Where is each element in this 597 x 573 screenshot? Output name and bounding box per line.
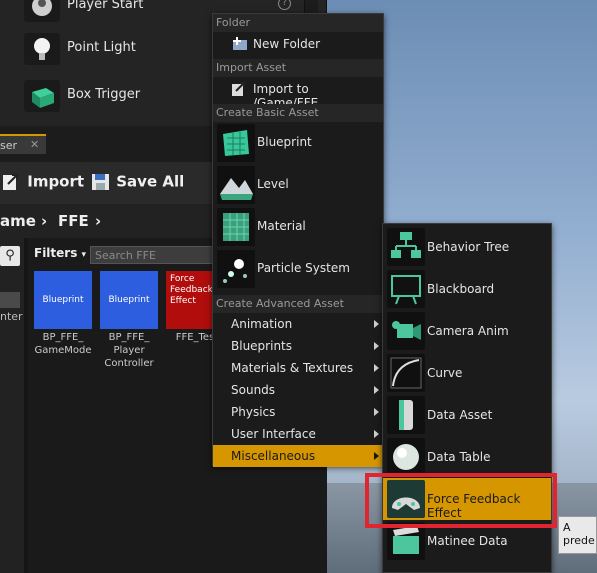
breadcrumb-ffe[interactable]: FFE (58, 212, 89, 230)
menu-item-label: Animation (231, 317, 293, 331)
sources-header (0, 292, 20, 308)
asset-name: BP_FFE_ Player Controller (104, 332, 154, 369)
import-icon (2, 172, 22, 192)
light-bulb-icon (24, 33, 60, 65)
menu-item-animation[interactable]: Animation (213, 313, 383, 335)
menu-item-physics[interactable]: Physics (213, 401, 383, 423)
behavior-tree-icon (387, 228, 425, 266)
menu-item-label: Materials & Textures (231, 361, 354, 375)
menu-item-sounds[interactable]: Sounds (213, 379, 383, 401)
submenu-item-label: Camera Anim (427, 324, 509, 338)
chevron-right-icon (374, 452, 379, 460)
level-icon (217, 166, 255, 204)
chevron-right-icon (374, 342, 379, 350)
close-icon[interactable]: ✕ (30, 138, 39, 151)
tab-label: ser (0, 139, 18, 152)
submenu-item-curve[interactable]: Curve (383, 352, 551, 394)
menu-item-blueprint[interactable]: Blueprint (213, 122, 383, 164)
particle-system-icon (217, 250, 255, 288)
chevron-right-icon (374, 408, 379, 416)
tab-content-browser[interactable]: ser ✕ (0, 134, 46, 154)
blackboard-icon (387, 270, 425, 308)
menu-item-label: Blueprints (231, 339, 293, 353)
blueprint-icon (217, 124, 255, 162)
menu-section-header: Folder (213, 14, 383, 32)
new-folder-icon (231, 36, 249, 55)
save-icon (91, 172, 111, 192)
chevron-down-icon: ▾ (81, 250, 87, 260)
menu-section-header: Import Asset (213, 59, 383, 77)
menu-item-level[interactable]: Level (213, 164, 383, 206)
curve-icon (387, 354, 425, 392)
breadcrumb-separator[interactable]: › (95, 212, 101, 230)
menu-item-import-to[interactable]: Import to /Game/FFE... (213, 77, 383, 110)
menu-section-header: Create Advanced Asset (213, 295, 383, 313)
chevron-right-icon (374, 386, 379, 394)
menu-item-label: New Folder (253, 37, 321, 51)
camera-anim-icon (387, 312, 425, 350)
tooltip: A prede (558, 516, 597, 554)
material-icon (217, 208, 255, 246)
highlight-annotation (365, 473, 557, 528)
import-button[interactable]: Import (2, 172, 84, 194)
sources-panel: ⚲ nter (0, 238, 24, 573)
menu-item-materials-textures[interactable]: Materials & Textures (213, 357, 383, 379)
menu-item-particle-system[interactable]: Particle System (213, 248, 383, 290)
place-item-label: Player Start (67, 0, 144, 12)
place-item-label: Box Trigger (67, 87, 141, 102)
context-menu: Folder New Folder Import Asset Import to… (212, 13, 384, 467)
submenu-item-label: Data Asset (427, 408, 493, 422)
breadcrumb-separator[interactable]: › (41, 212, 47, 230)
filters-button[interactable]: Filters ▾ (34, 246, 86, 260)
menu-item-label: Level (257, 177, 289, 191)
import-label: Import (27, 172, 85, 191)
menu-item-material[interactable]: Material (213, 206, 383, 248)
menu-item-label: Physics (231, 405, 276, 419)
breadcrumb-game[interactable]: ame (0, 212, 36, 230)
asset-tile[interactable]: Blueprint BP_FFE_ GameMode (34, 271, 92, 356)
box-trigger-icon (24, 80, 60, 112)
submenu-item-label: Curve (427, 366, 463, 380)
menu-item-label: Sounds (231, 383, 276, 397)
chevron-right-icon (374, 364, 379, 372)
search-icon[interactable]: ⚲ (0, 246, 20, 266)
asset-thumbnail: Blueprint (100, 271, 158, 329)
menu-item-new-folder[interactable]: New Folder (213, 32, 383, 56)
asset-tile[interactable]: Blueprint BP_FFE_ Player Controller (100, 271, 158, 369)
search-input[interactable]: Search FFE (90, 246, 220, 264)
menu-item-label: Blueprint (257, 135, 312, 149)
menu-section-header: Create Basic Asset (213, 104, 383, 122)
menu-item-blueprints[interactable]: Blueprints (213, 335, 383, 357)
save-all-button[interactable]: Save All (91, 172, 184, 194)
asset-name: BP_FFE_ GameMode (34, 332, 92, 356)
place-item-label: Point Light (67, 40, 136, 55)
chevron-right-icon (374, 320, 379, 328)
data-asset-icon (387, 396, 425, 434)
menu-item-user-interface[interactable]: User Interface (213, 423, 383, 445)
player-start-icon (24, 0, 60, 22)
menu-item-miscellaneous[interactable]: Miscellaneous (213, 445, 383, 467)
submenu-item-label: Behavior Tree (427, 240, 510, 254)
submenu-item-blackboard[interactable]: Blackboard (383, 268, 551, 310)
menu-item-label: Particle System (257, 261, 350, 275)
save-all-label: Save All (116, 172, 185, 191)
import-icon (231, 81, 247, 100)
menu-item-label: User Interface (231, 427, 316, 441)
submenu-item-behavior-tree[interactable]: Behavior Tree (383, 226, 551, 268)
filters-label: Filters (34, 246, 78, 260)
menu-item-label: Miscellaneous (231, 449, 316, 463)
chevron-right-icon (374, 430, 379, 438)
submenu-item-data-asset[interactable]: Data Asset (383, 394, 551, 436)
asset-thumbnail: Blueprint (34, 271, 92, 329)
submenu-item-camera-anim[interactable]: Camera Anim (383, 310, 551, 352)
menu-item-label: Material (257, 219, 306, 233)
submenu-item-data-table[interactable]: Data Table (383, 436, 551, 478)
sources-item-label[interactable]: nter (0, 310, 23, 323)
submenu-item-label: Data Table (427, 450, 491, 464)
submenu-item-label: Blackboard (427, 282, 495, 296)
data-table-icon (387, 438, 425, 476)
submenu-item-label: Matinee Data (427, 534, 508, 548)
